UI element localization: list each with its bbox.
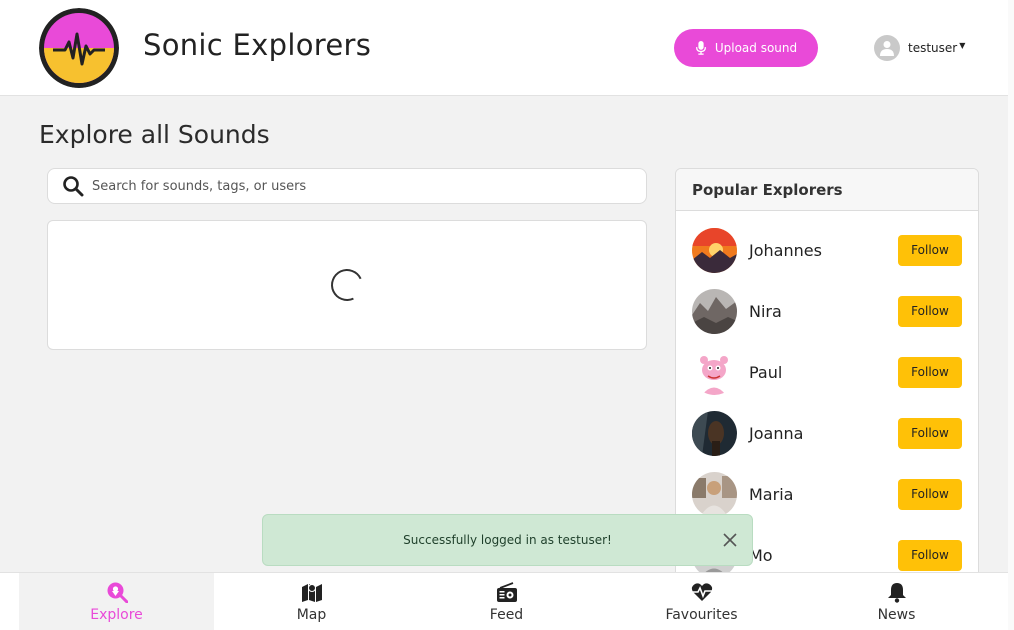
- popular-explorers-title: Popular Explorers: [676, 169, 978, 211]
- search-input[interactable]: [92, 178, 612, 194]
- explorer-avatar[interactable]: [692, 471, 737, 517]
- loading-spinner: [326, 264, 368, 306]
- explorer-name[interactable]: Mo: [749, 546, 898, 565]
- heartbeat-icon: [691, 583, 712, 601]
- nav-favourites[interactable]: Favourites: [604, 573, 799, 630]
- map-icon: [301, 584, 322, 602]
- microphone-icon: [695, 41, 706, 55]
- top-navbar: Sonic Explorers Upload sound testuser ▼: [0, 0, 1014, 96]
- nav-feed[interactable]: Feed: [409, 573, 604, 630]
- explorer-avatar[interactable]: [692, 227, 737, 273]
- explorer-name[interactable]: Maria: [749, 485, 898, 504]
- search-bar: [47, 168, 647, 204]
- page-scrollbar[interactable]: [1008, 0, 1014, 630]
- explorer-name[interactable]: Nira: [749, 302, 898, 321]
- follow-button[interactable]: Follow: [898, 356, 962, 388]
- upload-sound-label: Upload sound: [714, 41, 798, 55]
- follow-button[interactable]: Follow: [898, 539, 962, 571]
- nav-news-label: News: [877, 607, 916, 623]
- search-location-icon: [107, 582, 128, 603]
- search-icon: [63, 176, 84, 197]
- user-icon: [880, 41, 894, 56]
- nav-explore-label: Explore: [90, 607, 143, 623]
- close-icon[interactable]: [722, 532, 738, 548]
- page-title: Explore all Sounds: [39, 120, 270, 149]
- explorer-name[interactable]: Johannes: [749, 241, 898, 260]
- user-menu-dropdown[interactable]: testuser ▼: [874, 34, 965, 62]
- explorer-name[interactable]: Paul: [749, 363, 898, 382]
- sounds-results-panel: [47, 220, 647, 350]
- explorer-row[interactable]: Joanna Follow: [692, 410, 962, 456]
- login-success-toast: Successfully logged in as testuser!: [262, 514, 753, 566]
- explorer-row[interactable]: Nira Follow: [692, 288, 962, 334]
- nav-feed-label: Feed: [489, 607, 524, 623]
- nav-map[interactable]: Map: [214, 573, 409, 630]
- bottom-navigation: Explore Map Feed Favourites News: [0, 572, 1014, 630]
- bell-icon: [887, 583, 906, 603]
- follow-button[interactable]: Follow: [898, 417, 962, 449]
- explorer-name[interactable]: Joanna: [749, 424, 898, 443]
- sonic-explorers-logo[interactable]: [39, 8, 119, 88]
- upload-sound-button[interactable]: Upload sound: [674, 29, 818, 67]
- nav-favourites-label: Favourites: [665, 607, 738, 623]
- radio-icon: [496, 582, 517, 602]
- nav-map-label: Map: [296, 607, 327, 623]
- follow-button[interactable]: Follow: [898, 295, 962, 327]
- explorer-row[interactable]: Paul Follow: [692, 349, 962, 395]
- explorer-avatar[interactable]: [692, 410, 737, 456]
- explorer-row[interactable]: Maria Follow: [692, 471, 962, 517]
- username-label: testuser: [908, 41, 958, 55]
- follow-button[interactable]: Follow: [898, 478, 962, 510]
- user-avatar: [874, 35, 900, 61]
- explorer-avatar[interactable]: [692, 349, 737, 395]
- explorer-row[interactable]: Johannes Follow: [692, 227, 962, 273]
- caret-down-icon: ▼: [959, 40, 966, 50]
- brand-name[interactable]: Sonic Explorers: [143, 28, 371, 62]
- nav-explore[interactable]: Explore: [19, 573, 214, 630]
- explorer-avatar[interactable]: [692, 288, 737, 334]
- toast-message: Successfully logged in as testuser!: [403, 533, 612, 547]
- nav-news[interactable]: News: [799, 573, 994, 630]
- follow-button[interactable]: Follow: [898, 234, 962, 266]
